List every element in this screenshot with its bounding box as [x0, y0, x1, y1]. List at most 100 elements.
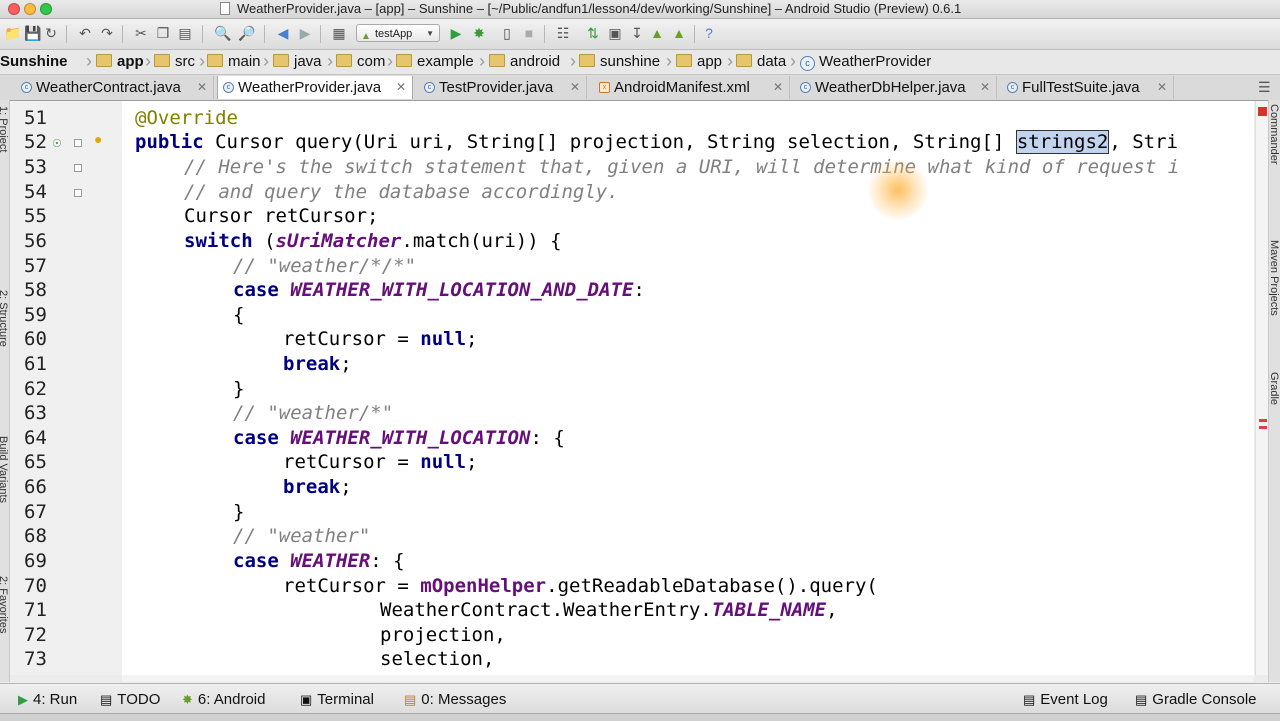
line-number: 71 — [24, 599, 47, 621]
close-icon[interactable]: ✕ — [773, 76, 783, 99]
close-icon[interactable]: ✕ — [1157, 76, 1167, 99]
back-icon[interactable]: ◀ — [274, 24, 292, 42]
find-icon[interactable]: 🔍 — [214, 24, 232, 42]
stop-icon[interactable]: ■ — [520, 24, 538, 42]
debug-icon[interactable]: ✸ — [470, 24, 488, 42]
breadcrumb-item-src[interactable]: src — [154, 52, 195, 72]
tab-androidmanifest[interactable]: x AndroidManifest.xml ✕ — [594, 76, 790, 99]
close-icon[interactable]: ✕ — [197, 76, 207, 99]
horizontal-scrollbar[interactable] — [122, 675, 1254, 682]
tab-weathercontract[interactable]: c WeatherContract.java ✕ — [16, 76, 214, 99]
line-number: 73 — [24, 648, 47, 670]
save-all-icon[interactable]: 💾 — [24, 24, 42, 42]
favorites-tool-tab[interactable]: 2: Favorites — [0, 576, 9, 633]
close-icon[interactable]: ✕ — [396, 76, 406, 99]
undo-icon[interactable]: ↶ — [76, 24, 94, 42]
terminal-tool-button[interactable]: ▣ Terminal — [300, 691, 374, 708]
run-configuration-select[interactable]: ▲ testApp ▼ — [356, 24, 440, 42]
breadcrumb-item-sunshine-pkg[interactable]: sunshine — [579, 52, 660, 72]
commander-tool-tab[interactable]: Commander — [1269, 104, 1280, 165]
line-number: 59 — [24, 304, 47, 326]
android-tool-button[interactable]: ✸ 6: Android — [182, 691, 265, 708]
event-log-tool-button[interactable]: ▤ Event Log — [1023, 691, 1108, 708]
synchronize-icon[interactable]: ↻ — [42, 24, 60, 42]
maven-projects-tool-tab[interactable]: Maven Projects — [1269, 240, 1280, 316]
run-tool-button[interactable]: ▶ 4: Run — [18, 691, 77, 708]
zoom-window-button[interactable] — [40, 3, 52, 15]
tab-weatherprovider[interactable]: c WeatherProvider.java ✕ — [217, 76, 413, 99]
forward-icon[interactable]: ▶ — [296, 24, 314, 42]
code-line-53: // Here's the switch statement that, giv… — [184, 156, 1180, 178]
breadcrumb-item-example[interactable]: example — [396, 52, 474, 72]
error-status-icon[interactable] — [1258, 107, 1267, 116]
copy-icon[interactable]: ❐ — [154, 24, 172, 42]
close-icon[interactable]: ✕ — [570, 76, 580, 99]
avd-manager-icon[interactable]: ▣ — [606, 24, 624, 42]
minimize-window-button[interactable] — [24, 3, 36, 15]
class-icon: c — [223, 82, 234, 93]
code-editor[interactable]: @Override public Cursor query(Uri uri, S… — [122, 101, 1254, 675]
line-number: 63 — [24, 402, 47, 424]
breadcrumb-item-data[interactable]: data — [736, 52, 786, 72]
line-number: 57 — [24, 255, 47, 277]
sync-gradle-icon[interactable]: ⇅ — [584, 24, 602, 42]
redo-icon[interactable]: ↷ — [98, 24, 116, 42]
attach-debugger-icon[interactable]: ▯ — [498, 24, 516, 42]
breadcrumb-item-android[interactable]: android — [489, 52, 560, 72]
tab-testprovider[interactable]: c TestProvider.java ✕ — [419, 76, 587, 99]
breadcrumb-item-com[interactable]: com — [336, 52, 385, 72]
code-line-63: // "weather/*" — [233, 402, 394, 424]
tab-fulltestsuite[interactable]: c FullTestSuite.java ✕ — [1002, 76, 1174, 99]
breadcrumb-separator: › — [86, 51, 92, 71]
cut-icon[interactable]: ✂ — [132, 24, 150, 42]
todo-tool-button[interactable]: ▤ TODO — [100, 691, 160, 708]
project-structure-icon[interactable]: ☷ — [554, 24, 572, 42]
project-tool-tab[interactable]: 1: Project — [0, 106, 9, 152]
make-project-icon[interactable]: ▦ — [330, 24, 348, 42]
breadcrumb-item-sunshine[interactable]: Sunshine — [0, 52, 68, 72]
breadcrumb-item-main[interactable]: main — [207, 52, 261, 72]
tab-list-menu-icon[interactable]: ☰ — [1258, 79, 1271, 96]
breadcrumb-item-weatherprovider[interactable]: c WeatherProvider — [800, 52, 931, 72]
sdk-manager-icon[interactable]: ↧ — [628, 24, 646, 42]
line-number: 67 — [24, 501, 47, 523]
build-variants-tool-tab[interactable]: Build Variants — [0, 436, 9, 503]
android-monitor-icon[interactable]: ▲ — [648, 24, 666, 42]
code-line-71: WeatherContract.WeatherEntry.TABLE_NAME, — [380, 599, 838, 621]
close-icon[interactable]: ✕ — [980, 76, 990, 99]
override-method-icon[interactable]: ☉ — [52, 137, 62, 150]
line-number: 64 — [24, 427, 47, 449]
fold-marker-icon[interactable] — [74, 139, 82, 147]
editor-gutter[interactable]: 51 52 53 54 55 56 57 58 59 60 61 62 63 6… — [10, 101, 123, 675]
help-icon[interactable]: ? — [700, 24, 718, 42]
toolbar-separator — [66, 25, 67, 43]
error-stripe-marker[interactable] — [1259, 426, 1267, 429]
code-line-72: projection, — [380, 624, 506, 646]
line-number: 61 — [24, 353, 47, 375]
open-folder-icon[interactable]: 📁 — [4, 24, 22, 42]
gradle-tool-tab[interactable]: Gradle — [1269, 372, 1280, 405]
fold-marker-icon[interactable] — [74, 189, 82, 197]
gradle-console-tool-button[interactable]: ▤ Gradle Console — [1135, 691, 1257, 708]
breadcrumb-item-app[interactable]: app — [96, 52, 144, 72]
breadcrumb-item-java[interactable]: java — [273, 52, 322, 72]
window-title: WeatherProvider.java – [app] – Sunshine … — [237, 1, 962, 16]
android-config-icon: ▲ — [361, 31, 371, 42]
breadcrumb-separator: › — [199, 51, 205, 71]
class-icon: c — [800, 56, 815, 71]
android-device-icon[interactable]: ▲ — [670, 24, 688, 42]
lightbulb-icon[interactable]: ● — [94, 131, 102, 147]
messages-tool-button[interactable]: ▤ 0: Messages — [404, 691, 506, 708]
close-window-button[interactable] — [8, 3, 20, 15]
tab-weatherdbhelper[interactable]: c WeatherDbHelper.java ✕ — [795, 76, 997, 99]
replace-icon[interactable]: 🔎 — [238, 24, 256, 42]
vertical-scrollbar[interactable] — [1255, 101, 1268, 675]
code-line-58: case WEATHER_WITH_LOCATION_AND_DATE: — [233, 279, 645, 301]
fold-marker-icon[interactable] — [74, 164, 82, 172]
error-stripe-marker[interactable] — [1259, 419, 1267, 422]
breadcrumb-item-app-pkg[interactable]: app — [676, 52, 722, 72]
messages-icon: ▤ — [404, 692, 417, 707]
paste-icon[interactable]: ▤ — [176, 24, 194, 42]
structure-tool-tab[interactable]: 2: Structure — [0, 290, 9, 347]
run-icon[interactable]: ▶ — [447, 24, 465, 42]
